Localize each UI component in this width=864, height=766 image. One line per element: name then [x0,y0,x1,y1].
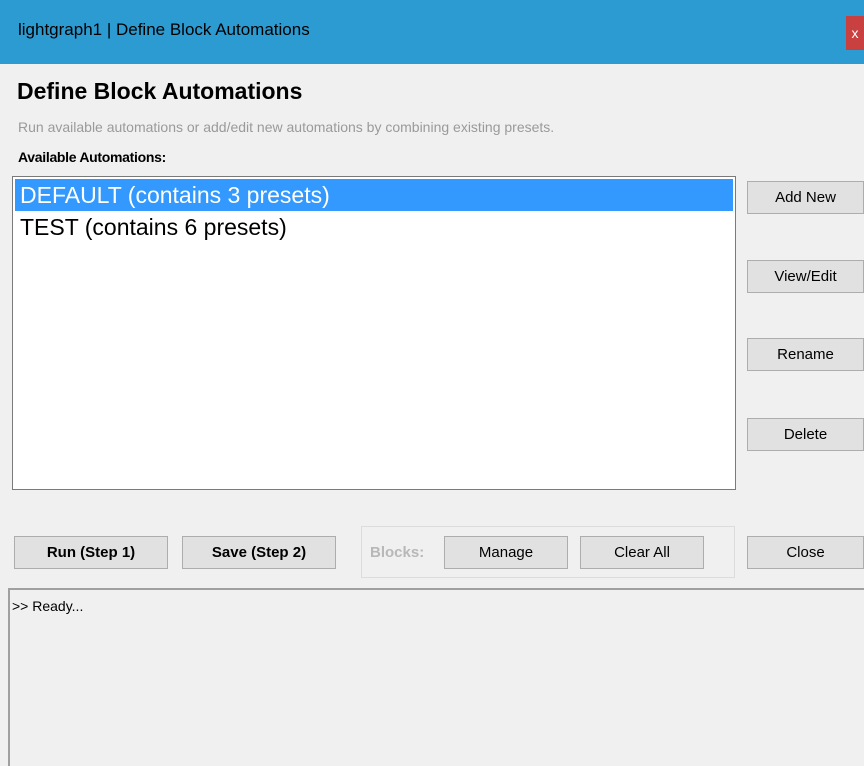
manage-blocks-button[interactable]: Manage [444,536,568,569]
window-title: lightgraph1 | Define Block Automations [18,20,310,39]
automations-list-label: Available Automations: [18,149,166,165]
delete-button[interactable]: Delete [747,418,864,451]
window-close-icon[interactable]: x [846,16,864,50]
save-button[interactable]: Save (Step 2) [182,536,336,569]
add-new-button[interactable]: Add New [747,181,864,214]
clear-all-button[interactable]: Clear All [580,536,704,569]
list-item-test[interactable]: TEST (contains 6 presets) [15,211,733,243]
list-item-default[interactable]: DEFAULT (contains 3 presets) [15,179,733,211]
run-button[interactable]: Run (Step 1) [14,536,168,569]
log-text: >> Ready... [12,598,84,614]
title-bar: lightgraph1 | Define Block Automations [0,0,864,64]
automations-listbox[interactable]: DEFAULT (contains 3 presets) TEST (conta… [12,176,736,490]
log-output[interactable] [8,588,864,766]
blocks-label: Blocks: [370,544,425,561]
view-edit-button[interactable]: View/Edit [747,260,864,293]
close-button[interactable]: Close [747,536,864,569]
rename-button[interactable]: Rename [747,338,864,371]
page-title: Define Block Automations [17,78,303,104]
page-subtitle: Run available automations or add/edit ne… [18,119,555,135]
